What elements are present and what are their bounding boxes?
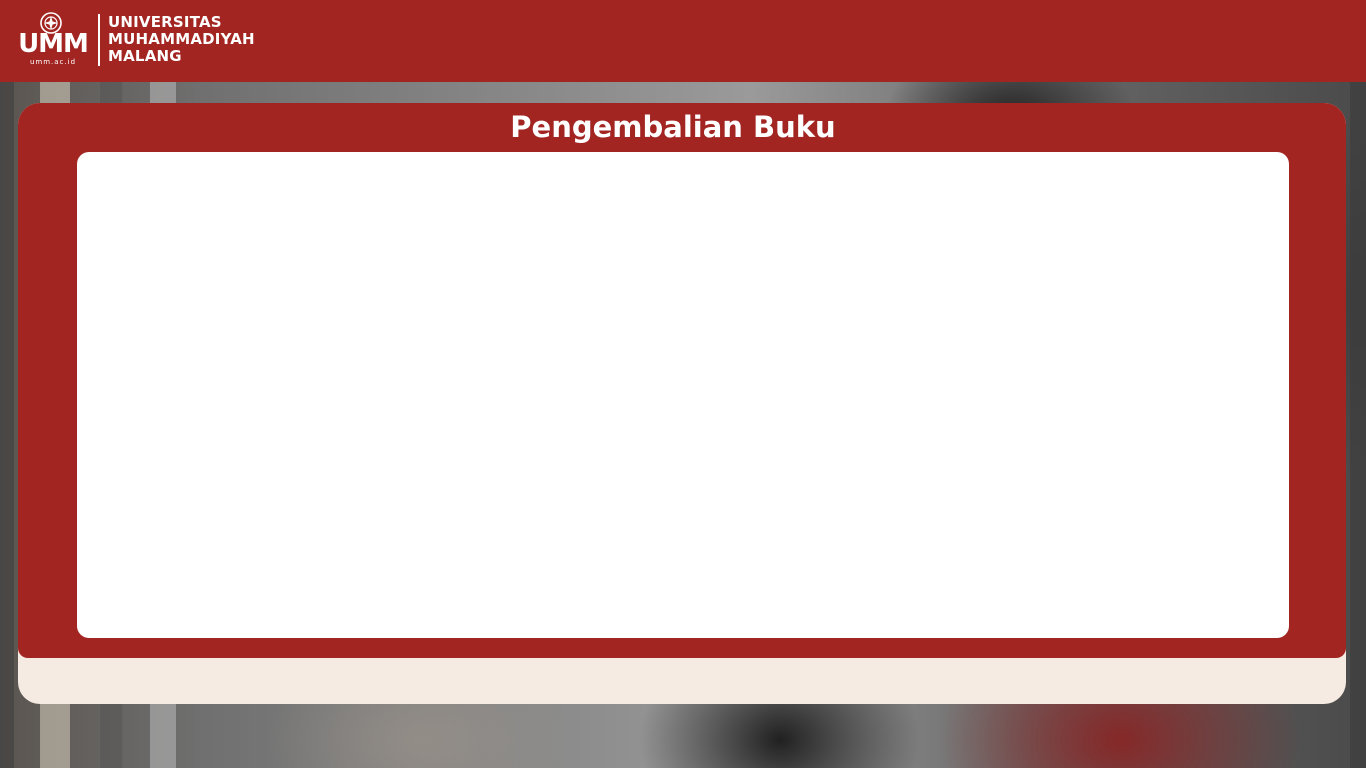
university-name: UNIVERSITAS MUHAMMADIYAH MALANG — [108, 14, 255, 65]
page-title: Pengembalian Buku — [510, 110, 836, 144]
background-book-spine — [0, 82, 14, 768]
university-name-line: MALANG — [108, 47, 182, 65]
university-name-line: UNIVERSITAS — [108, 13, 222, 31]
logo-wordmark: UMM — [18, 29, 89, 59]
logo-url: umm.ac.id — [29, 58, 77, 66]
background-book-spine — [1350, 82, 1366, 768]
content-panel — [77, 152, 1289, 638]
main-card: Pengembalian Buku — [18, 103, 1346, 704]
top-header: UMM umm.ac.id UNIVERSITAS MUHAMMADIYAH M… — [0, 0, 1366, 82]
return-books-section: Pengembalian Buku — [18, 103, 1346, 658]
logo-divider — [98, 14, 100, 66]
logo-mark: UMM umm.ac.id — [16, 12, 90, 70]
university-name-line: MUHAMMADIYAH — [108, 30, 255, 48]
umm-logo[interactable]: UMM umm.ac.id UNIVERSITAS MUHAMMADIYAH M… — [16, 12, 276, 70]
